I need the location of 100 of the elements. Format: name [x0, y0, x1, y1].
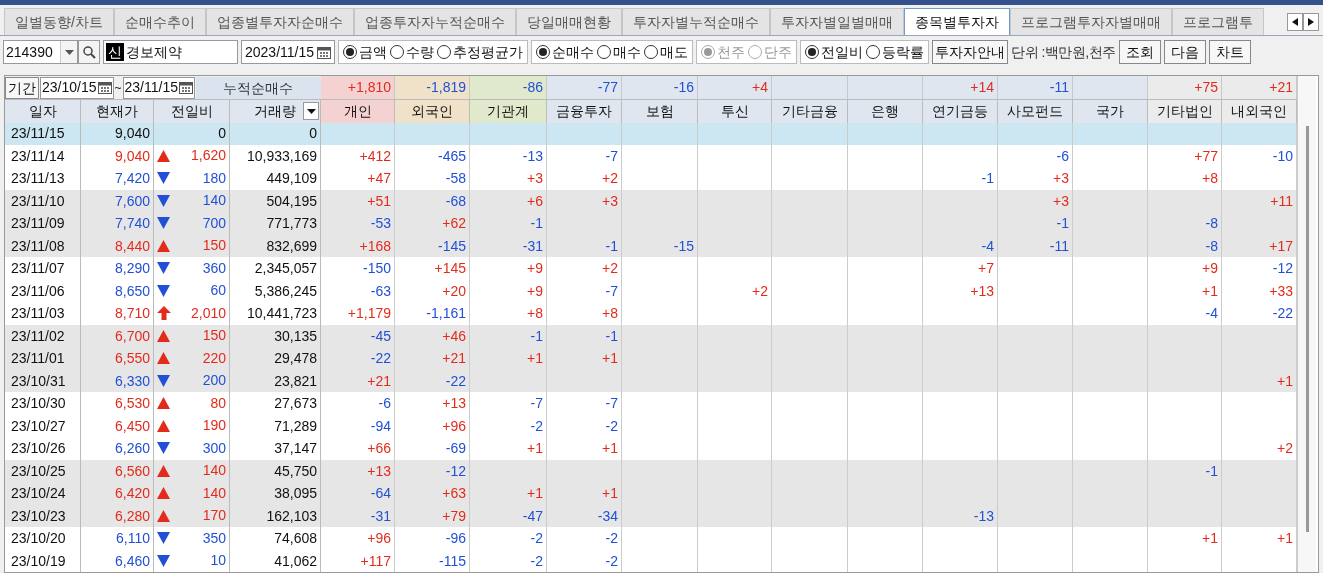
column-header[interactable]: 연기금등 — [923, 100, 998, 123]
change-cell-text: 150 — [202, 326, 226, 346]
tab[interactable]: 투자자별누적순매수 — [621, 8, 770, 35]
radio-option[interactable]: 수량 — [390, 41, 435, 63]
investor-cell: -13 — [522, 147, 543, 164]
change-cell-text: 180 — [202, 168, 226, 188]
radio-option[interactable]: 매도 — [644, 41, 689, 63]
table-row[interactable]: 23/10/31 6,330 200 23,821 +21 -22 +1 — [5, 369, 1297, 392]
investor-cell: +46 — [442, 327, 466, 344]
period-button[interactable]: 기간 — [5, 76, 39, 99]
end-date-field[interactable]: 23/11/15 — [122, 76, 195, 99]
radio-option[interactable]: 매수 — [597, 41, 642, 63]
column-header[interactable]: 국가 — [1073, 100, 1148, 123]
investor-cell: +9 — [1202, 260, 1218, 276]
radio-option[interactable]: 등락률 — [866, 41, 925, 63]
column-header[interactable]: 금융투자 — [547, 100, 622, 123]
search-button[interactable] — [78, 40, 100, 64]
investor-cell: -2 — [530, 530, 543, 546]
column-header[interactable]: 전일비 — [154, 100, 230, 123]
radio-option[interactable]: 전일비 — [805, 41, 864, 63]
change-cell-text: 140 — [202, 191, 226, 211]
change-cell-text: 200 — [202, 371, 226, 391]
calendar-icon[interactable] — [317, 45, 332, 59]
column-header[interactable]: 기관계 — [470, 100, 547, 123]
calendar-icon[interactable] — [179, 81, 193, 94]
table-row[interactable]: 23/11/10 7,600 140 504,195 +51 -68 +6 +3 +3 +11 — [5, 189, 1297, 212]
action-button[interactable]: 조회 — [1118, 40, 1161, 64]
investor-cell: -12 — [1272, 260, 1293, 276]
date-field[interactable]: 2023/11/15 — [241, 40, 336, 64]
tab[interactable]: 업종투자자누적순매수 — [353, 8, 516, 35]
investor-cell: +2 — [602, 260, 618, 276]
action-button[interactable]: 차트 — [1208, 40, 1251, 64]
summary-cell: -77 — [547, 76, 622, 99]
change-cell-text: 2,010 — [190, 303, 226, 323]
investor-cell: +1 — [602, 485, 618, 501]
table-row[interactable]: 23/11/01 6,550 220 29,478 -22 +21 +1 +1 — [5, 347, 1297, 370]
start-date-field[interactable]: 23/10/15 — [40, 76, 114, 99]
tab[interactable]: 업종별투자자순매수 — [205, 8, 354, 35]
column-header[interactable]: 외국인 — [395, 100, 470, 123]
investor-cell: +7 — [978, 260, 994, 276]
table-row[interactable]: 23/10/25 6,560 140 45,750 +13 -12 -1 — [5, 459, 1297, 482]
investor-cell: +9 — [527, 260, 543, 276]
change-cell-text: 1,620 — [190, 146, 226, 166]
tab[interactable]: 종목별투자자 — [903, 8, 1010, 35]
code-field[interactable]: 214390 — [3, 40, 78, 64]
column-header[interactable]: 기타금융 — [772, 100, 848, 123]
table-row[interactable]: 23/11/15 9,040 0 0 — [5, 122, 1297, 145]
radio-option[interactable]: 추정평균가 — [437, 41, 524, 63]
tab[interactable]: 당일매매현황 — [515, 8, 622, 35]
table-row[interactable]: 23/11/08 8,440 150 832,699 +168 -145 -31 -1 -15 -4 -11 -8 +17 — [5, 234, 1297, 257]
investor-cell: +13 — [970, 282, 994, 299]
investor-cell: +62 — [442, 215, 466, 231]
column-header[interactable]: 거래량 — [230, 100, 321, 123]
column-header[interactable]: 내외국인 — [1222, 100, 1297, 123]
date-cell: 23/11/09 — [5, 212, 81, 235]
investor-cell: -7 — [530, 395, 543, 411]
date-cell: 23/10/26 — [5, 437, 81, 460]
column-header[interactable]: 사모펀드 — [998, 100, 1073, 123]
up-arrow-icon — [157, 306, 171, 321]
tab[interactable]: 투자자별일별매매 — [769, 8, 904, 35]
column-menu-button[interactable] — [303, 102, 319, 120]
tab[interactable]: 일별동향/차트 — [4, 8, 114, 35]
calendar-icon[interactable] — [97, 81, 112, 94]
investor-cell: +1 — [527, 485, 543, 501]
radio-option[interactable]: 금액 — [343, 41, 388, 63]
tab[interactable]: 순매수추이 — [113, 8, 206, 35]
scrollbar[interactable] — [1297, 76, 1316, 572]
column-header[interactable]: 기타법인 — [1148, 100, 1222, 123]
volume-cell: 41,062 — [230, 549, 321, 572]
column-header[interactable]: 보험 — [622, 100, 698, 123]
change-cell-text: 140 — [202, 483, 226, 503]
radio-option[interactable]: 순매수 — [536, 41, 595, 63]
change-cell-text: 10 — [210, 551, 226, 571]
column-header[interactable]: 투신 — [698, 100, 772, 123]
date-cell: 23/10/19 — [5, 549, 81, 572]
dropdown-caret-icon[interactable] — [64, 49, 74, 55]
investor-guide-button[interactable]: 투자자안내 — [932, 40, 1009, 64]
tab[interactable]: 프로그램투 — [1171, 8, 1264, 35]
investor-cell: +8 — [602, 305, 618, 321]
column-header[interactable]: 일자 — [5, 100, 81, 123]
stock-name-field[interactable]: 신 경보제약 — [103, 40, 238, 64]
action-button[interactable]: 다음 — [1163, 40, 1206, 64]
date-cell: 23/11/01 — [5, 347, 81, 370]
table-row[interactable]: 23/11/09 7,740 700 771,773 -53 +62 -1 -1 -8 — [5, 212, 1297, 235]
column-header[interactable]: 개인 — [321, 100, 395, 123]
volume-cell: 771,773 — [230, 212, 321, 235]
scroll-right-button[interactable] — [1303, 12, 1319, 31]
table-row[interactable]: 23/10/24 6,420 140 38,095 -64 +63 +1 +1 — [5, 482, 1297, 505]
investor-cell: +3 — [1053, 170, 1069, 186]
investor-cell: +1 — [1277, 372, 1293, 389]
volume-cell: 10,441,723 — [230, 302, 321, 325]
search-icon — [82, 45, 96, 59]
scroll-left-button[interactable] — [1287, 12, 1303, 31]
tab[interactable]: 프로그램투자자별매매 — [1009, 8, 1172, 35]
investor-cell: -150 — [362, 260, 391, 276]
column-header[interactable]: 은행 — [848, 100, 923, 123]
table-row[interactable]: 23/10/23 6,280 170 162,103 -31 +79 -47 -34 -13 — [5, 504, 1297, 527]
investor-cell: -1,161 — [426, 305, 466, 321]
table-row[interactable]: 23/11/02 6,700 150 30,135 -45 +46 -1 -1 — [5, 324, 1297, 347]
column-header[interactable]: 현재가 — [81, 100, 154, 123]
